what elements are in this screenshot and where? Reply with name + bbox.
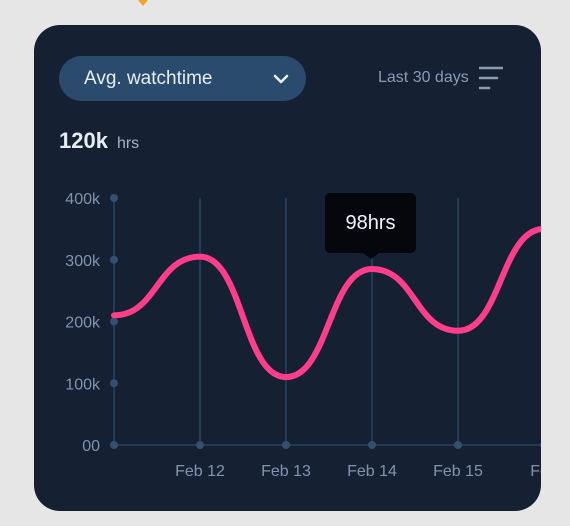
top-marker [138, 0, 148, 6]
x-tick-label: Feb [530, 463, 541, 480]
y-axis-dot [110, 255, 118, 264]
tooltip-arrow [363, 253, 379, 259]
y-axis-dot [110, 441, 118, 449]
x-tick-label: Feb 14 [347, 463, 397, 480]
chart-tooltip: 98hrs [325, 193, 416, 259]
x-tick-label: Feb 15 [433, 463, 483, 480]
watchtime-card: Avg. watchtime Last 30 days 120k hrs 400… [34, 25, 541, 511]
y-axis-dot [110, 317, 118, 326]
tooltip-text: 98hrs [345, 211, 396, 234]
x-tick-label: Feb 13 [261, 463, 311, 480]
x-axis-dot [368, 441, 376, 449]
x-axis-dot [282, 441, 290, 449]
x-axis-dot [454, 441, 462, 449]
y-tick-label: 100k [65, 376, 101, 393]
y-axis-dot [110, 379, 118, 388]
y-tick-label: 400k [65, 191, 101, 208]
y-axis-dot [110, 194, 118, 202]
x-axis-dot [196, 441, 204, 449]
y-tick-label: 200k [65, 315, 101, 332]
watchtime-chart: 400k 300k 200k 100k 00 Feb 12 Feb 13 Feb 14 Feb … [65, 191, 541, 480]
x-axis-dot [540, 442, 541, 448]
y-tick-label: 00 [82, 438, 100, 455]
x-tick-label: Feb 12 [175, 463, 225, 480]
y-tick-label: 300k [65, 253, 101, 270]
